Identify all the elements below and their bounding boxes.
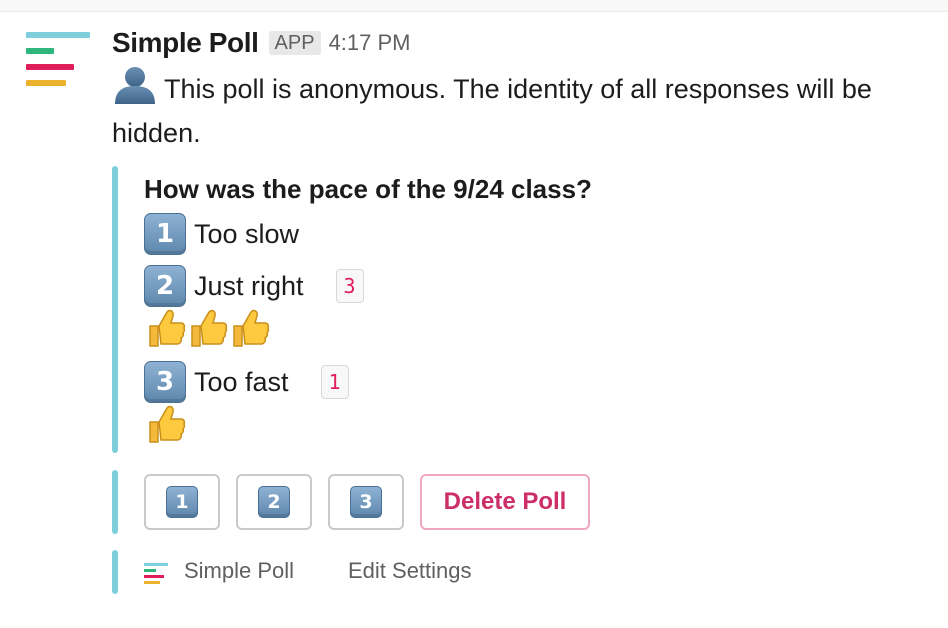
message-timestamp[interactable]: 4:17 PM [329,30,411,56]
vote-count-badge: 1 [320,365,349,399]
poll-message: Simple Poll APP 4:17 PM This poll is ano… [0,0,948,628]
thumbs-up-icon [191,309,228,347]
poll-footer: Simple Poll Edit Settings [112,550,932,594]
footer-app-name: Simple Poll [184,558,295,583]
bust-in-silhouette-icon [115,67,155,104]
thumbs-up-icon [233,309,270,347]
keycap-1-icon: 1 [144,213,186,255]
footer-accent-bar [112,550,118,594]
attachment-accent-bar [112,166,118,453]
keycap-3-icon: 3 [144,361,186,403]
poll-option-1: 1 Too slow [144,212,299,256]
actions-accent-bar [112,470,118,534]
poll-option-label: Just right [194,270,304,301]
vote-option-3-button[interactable]: 3 [328,474,404,530]
poll-option-label: Too slow [194,218,300,249]
keycap-2-icon: 2 [144,265,186,307]
thumbs-up-icon [149,405,186,443]
poll-option-2: 2 Just right 3 [144,264,364,308]
option-2-votes [144,306,270,350]
poll-question: How was the pace of the 9/24 class? [144,174,592,204]
sender-name[interactable]: Simple Poll [112,27,259,59]
simple-poll-logo-icon [144,562,168,586]
keycap-3-icon: 3 [350,486,382,518]
anonymous-notice: This poll is anonymous. The identity of … [112,66,942,155]
delete-poll-button[interactable]: Delete Poll [420,474,590,530]
poll-actions: 1 2 3 Delete Poll [112,470,932,534]
vote-count-badge: 3 [335,269,364,303]
poll-option-label: Too fast [194,366,289,397]
message-header: Simple Poll APP 4:17 PM [112,25,411,61]
poll-attachment: How was the pace of the 9/24 class? 1 To… [112,166,932,453]
app-badge: APP [268,31,321,55]
vote-option-2-button[interactable]: 2 [236,474,312,530]
vote-option-1-button[interactable]: 1 [144,474,220,530]
simple-poll-avatar-icon[interactable] [26,30,92,88]
edit-settings-link[interactable]: Edit Settings [348,558,472,584]
option-3-votes [144,402,186,446]
keycap-2-icon: 2 [258,486,290,518]
keycap-1-icon: 1 [166,486,198,518]
anonymous-notice-text: This poll is anonymous. The identity of … [112,74,872,148]
poll-option-3: 3 Too fast 1 [144,360,349,404]
thumbs-up-icon [149,309,186,347]
